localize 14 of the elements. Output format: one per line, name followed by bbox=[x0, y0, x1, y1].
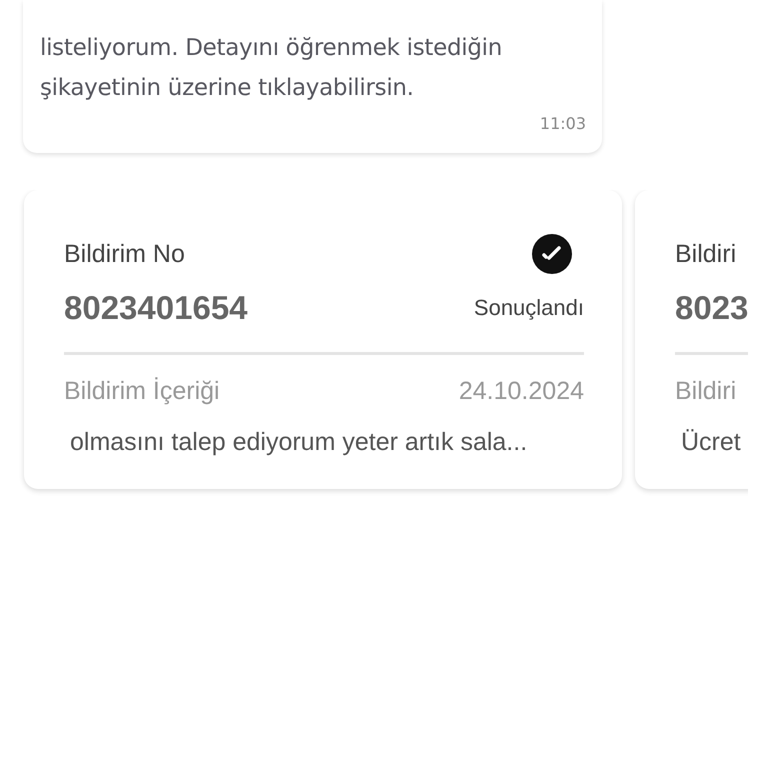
complaint-card[interactable]: Bildiri 8023 Bildiri Ücret bbox=[635, 190, 748, 489]
content-label: Bildirim İçeriği bbox=[64, 376, 220, 406]
complaint-number: 8023 bbox=[675, 289, 748, 327]
content-text: Ücret bbox=[680, 428, 742, 457]
content-label: Bildiri bbox=[675, 376, 736, 406]
status-text: Sonuçlandı bbox=[474, 295, 584, 321]
date-text: 24.10.2024 bbox=[458, 376, 584, 406]
card-label: Bildiri bbox=[675, 240, 736, 268]
card-label: Bildirim No bbox=[64, 240, 185, 268]
content-text: olmasını talep ediyorum yeter artık sala... bbox=[69, 428, 528, 457]
message-time: 11:03 bbox=[540, 114, 586, 133]
complaint-card[interactable]: Bildirim No 8023401654 Sonuçlandı Bildirim İçeriği 24.10.2024 olmasını talep ediyorum yeter artık sala... bbox=[24, 190, 622, 489]
complaint-number: 8023401654 bbox=[64, 289, 248, 327]
message-text: listeliyorum. Detayını öğrenmek istediğin şikayetinin üzerine tıklayabilirsin. bbox=[40, 34, 504, 103]
